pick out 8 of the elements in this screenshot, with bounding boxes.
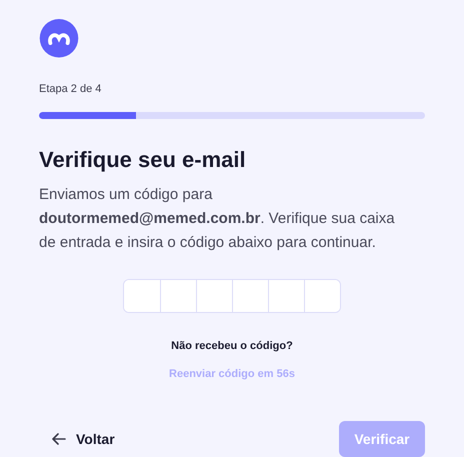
resend-question: Não recebeu o código?: [171, 339, 293, 353]
step-label: Etapa 2 de 4: [39, 82, 102, 96]
back-button[interactable]: Voltar: [52, 428, 115, 450]
logo-icon: [39, 19, 79, 58]
description-text: Enviamos um código para doutormemed@memed.com.br. Verifique sua caixa de entrada e insira o código abaixo para continuar.: [39, 185, 396, 254]
arrow-left-icon: [52, 433, 66, 445]
code-digit-field[interactable]: [304, 280, 340, 312]
page-title: Verifique seu e-mail: [39, 146, 247, 174]
